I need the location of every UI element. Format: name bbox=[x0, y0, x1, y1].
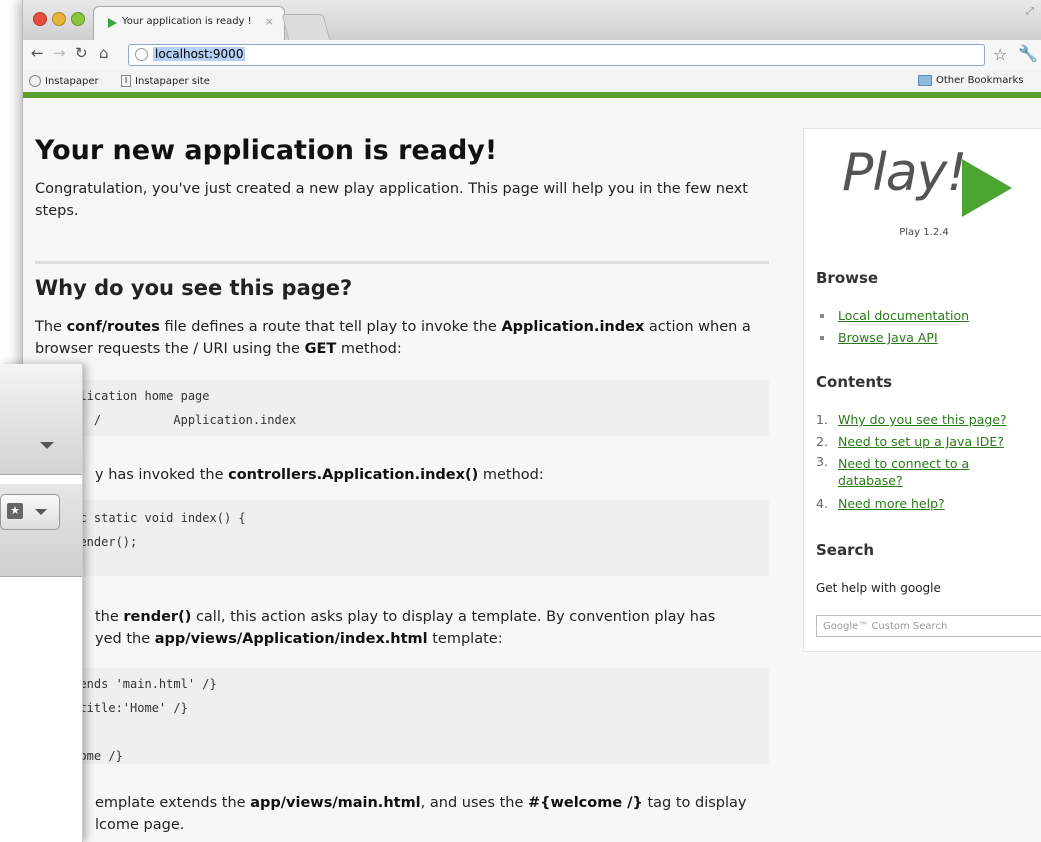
window-controls bbox=[33, 12, 85, 26]
page-info-icon bbox=[135, 48, 148, 61]
page-content: Your new application is ready! Congratul… bbox=[23, 98, 1041, 842]
play-triangle-icon bbox=[962, 159, 1012, 217]
chevron-down-icon bbox=[35, 509, 47, 515]
overlay-bookmark-button[interactable]: ★ bbox=[0, 494, 60, 530]
contents-heading: Contents bbox=[816, 373, 893, 391]
template-paragraph: emplate extends the app/views/main.html,… bbox=[95, 795, 747, 833]
title-bar: Your application is ready ! × ⤢ bbox=[23, 0, 1041, 41]
close-window-button[interactable] bbox=[33, 12, 47, 26]
forward-arrow-icon[interactable]: → bbox=[53, 44, 66, 62]
intro-text: Congratulation, you've just created a ne… bbox=[35, 181, 748, 219]
contents-number: 2. bbox=[816, 434, 828, 449]
bookmark-instapaper[interactable]: Instapaper bbox=[29, 75, 99, 87]
link-browse-java-api[interactable]: Browse Java API bbox=[838, 330, 938, 345]
tab-close-icon[interactable]: × bbox=[265, 15, 274, 28]
home-icon[interactable]: ⌂ bbox=[99, 44, 109, 62]
browse-item: Browse Java API bbox=[816, 327, 969, 349]
other-bookmarks-label: Other Bookmarks bbox=[936, 75, 1024, 86]
contents-item: 2. Need to set up a Java IDE? bbox=[816, 431, 1026, 453]
bookmark-star-icon[interactable]: ☆ bbox=[993, 45, 1007, 64]
render-paragraph: the render() call, this action asks play… bbox=[95, 609, 716, 647]
link-local-documentation[interactable]: Local documentation bbox=[838, 308, 969, 323]
sidebar: Play! Play 1.2.4 Browse Local documentat… bbox=[803, 128, 1041, 652]
contents-item: 4. Need more help? bbox=[816, 493, 1026, 515]
link-more-help[interactable]: Need more help? bbox=[838, 496, 945, 511]
contents-item: 3. Need to connect to a database? bbox=[816, 453, 1026, 493]
browse-item: Local documentation bbox=[816, 305, 969, 327]
wrench-menu-icon[interactable]: 🔧 bbox=[1018, 44, 1038, 63]
code-block-template: xtends 'main.html' /} t title:'Home' /} l… bbox=[35, 668, 769, 764]
page-icon: I bbox=[121, 75, 131, 87]
new-tab-button[interactable] bbox=[281, 14, 331, 41]
link-java-ide[interactable]: Need to set up a Java IDE? bbox=[838, 434, 1004, 449]
contents-number: 1. bbox=[816, 412, 828, 427]
link-connect-database[interactable]: Need to connect to a database? bbox=[838, 456, 969, 488]
address-bar[interactable]: localhost:9000 bbox=[128, 44, 985, 66]
browse-list: Local documentation Browse Java API bbox=[816, 305, 969, 349]
reload-icon[interactable]: ↻ bbox=[75, 44, 88, 62]
zoom-window-button[interactable] bbox=[71, 12, 85, 26]
contents-number: 3. bbox=[816, 454, 828, 469]
bookmark-instapaper-site[interactable]: I Instapaper site bbox=[121, 75, 210, 87]
divider bbox=[35, 261, 769, 264]
version-label: Play 1.2.4 bbox=[899, 227, 949, 238]
fullscreen-icon[interactable]: ⤢ bbox=[1026, 6, 1034, 17]
link-why-see-page[interactable]: Why do you see this page? bbox=[838, 412, 1007, 427]
other-bookmarks[interactable]: Other Bookmarks bbox=[918, 75, 1023, 86]
overlay-toolbar: ★ bbox=[0, 484, 82, 577]
browse-heading: Browse bbox=[816, 269, 879, 287]
bookmarks-bar: Instapaper I Instapaper site Other Bookm… bbox=[23, 70, 1041, 93]
routes-paragraph: The conf/routes file defines a route tha… bbox=[35, 319, 751, 357]
bullet-icon bbox=[820, 336, 824, 340]
play-logo: Play! bbox=[842, 143, 967, 203]
overlay-window-panel: ★ bbox=[0, 364, 83, 842]
browser-tab[interactable]: Your application is ready ! × bbox=[93, 6, 285, 41]
toolbar: ← → ↻ ⌂ localhost:9000 ☆ 🔧 bbox=[23, 40, 1041, 70]
globe-icon bbox=[29, 75, 41, 87]
page-title: Your new application is ready! bbox=[35, 135, 498, 166]
search-heading: Search bbox=[816, 541, 875, 559]
contents-number: 4. bbox=[816, 496, 828, 511]
tab-title: Your application is ready ! bbox=[122, 16, 252, 27]
play-favicon-icon bbox=[108, 18, 117, 28]
code-block-controller: lic static void index() { render(); bbox=[35, 500, 769, 576]
folder-icon bbox=[918, 75, 932, 86]
browser-window: Your application is ready ! × ⤢ ← → ↻ ⌂ … bbox=[22, 0, 1041, 842]
code-block-routes: pplication home page / Application.index bbox=[35, 380, 769, 436]
section-title: Why do you see this page? bbox=[35, 276, 353, 300]
overlay-header bbox=[0, 364, 82, 475]
bookmark-label: Instapaper bbox=[45, 75, 99, 87]
contents-list: 1. Why do you see this page? 2. Need to se… bbox=[816, 409, 1026, 515]
bookmark-label: Instapaper site bbox=[135, 75, 210, 87]
bullet-icon bbox=[820, 314, 824, 318]
contents-item: 1. Why do you see this page? bbox=[816, 409, 1026, 431]
star-icon: ★ bbox=[7, 503, 23, 519]
controller-paragraph: y has invoked the controllers.Applicatio… bbox=[95, 467, 544, 483]
search-help-text: Get help with google bbox=[816, 581, 941, 595]
back-arrow-icon[interactable]: ← bbox=[31, 44, 44, 62]
chevron-down-icon[interactable] bbox=[40, 442, 54, 449]
minimize-window-button[interactable] bbox=[52, 12, 66, 26]
address-text[interactable]: localhost:9000 bbox=[153, 47, 246, 61]
google-search-input[interactable]: Google™ Custom Search bbox=[816, 615, 1041, 637]
